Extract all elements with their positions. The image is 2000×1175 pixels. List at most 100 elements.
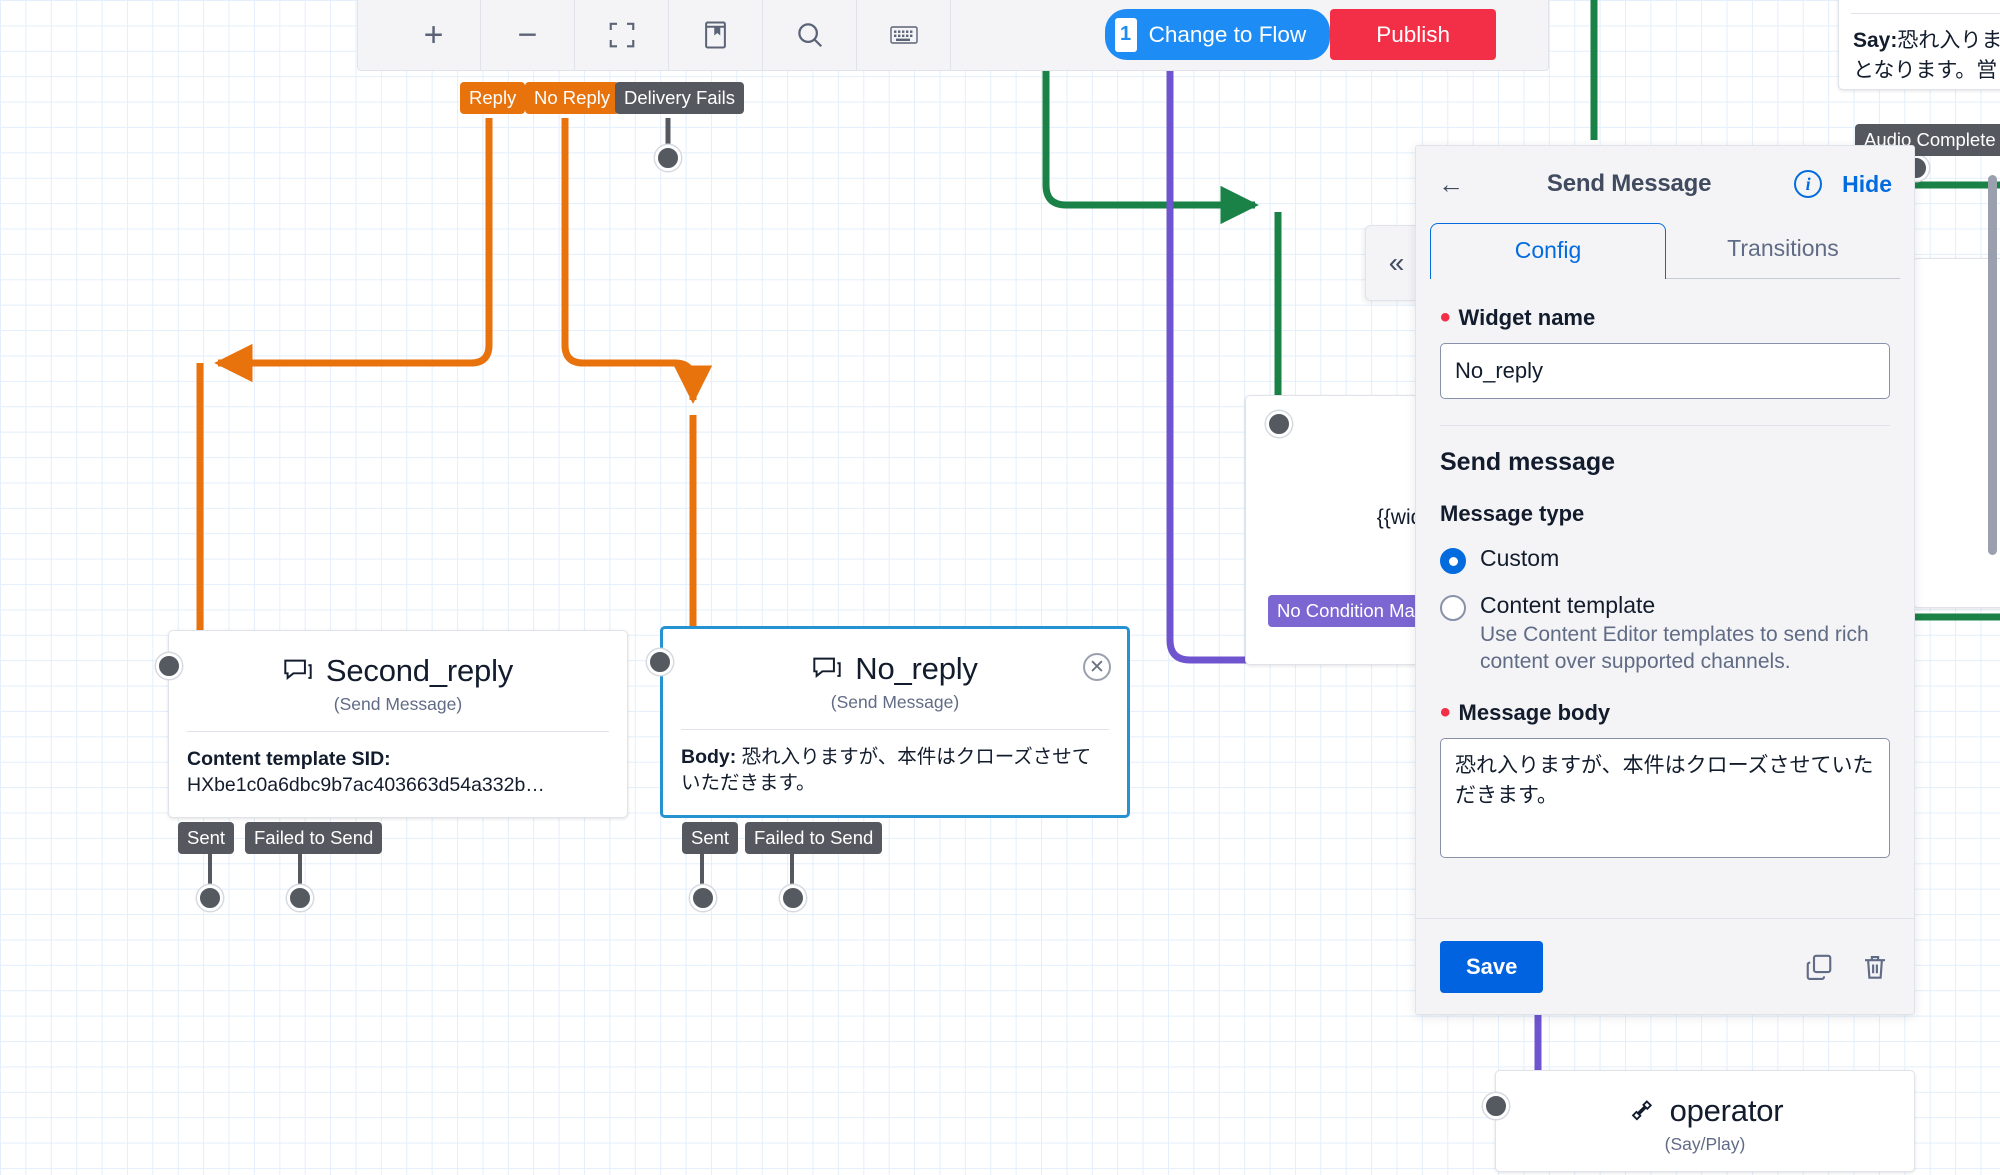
node-second-reply-title-row: Second_reply <box>283 653 513 689</box>
radio-option-custom[interactable]: Custom <box>1440 545 1890 574</box>
panel-body: • Widget name Send message Message type … <box>1416 279 1914 918</box>
flow-builder-screen: + − 1 Change to Flow Publish Reply No Re… <box>0 0 2000 1175</box>
radio-content-template-icon[interactable] <box>1440 595 1466 621</box>
widget-name-input[interactable] <box>1440 343 1890 399</box>
message-body-label-row: • Message body <box>1440 695 1611 729</box>
save-button[interactable]: Save <box>1440 940 1544 993</box>
phone-icon <box>1631 1100 1652 1121</box>
node-second-reply-body-label: Content template SID: <box>187 748 391 770</box>
node-no-reply-body-label: Body: <box>681 746 737 768</box>
minus-icon: − <box>517 15 538 54</box>
chevron-left-double-icon: « <box>1388 247 1405 278</box>
transition-pill-reply[interactable]: Reply <box>460 82 526 115</box>
node-no-reply-input-port[interactable] <box>647 649 673 675</box>
canvas-toolbar: + − 1 Change to Flow Publish <box>357 0 1549 71</box>
keyboard-icon <box>889 25 918 44</box>
node-second-reply-body-value: HXbe1c0a6dbc9b7ac403663d54a332b… <box>187 774 545 797</box>
node-no-reply-title: No_reply <box>855 651 978 686</box>
duplicate-icon[interactable] <box>1804 952 1834 982</box>
change-to-flow-button[interactable]: 1 Change to Flow <box>1104 9 1331 60</box>
transition-pill-delivery-fails[interactable]: Delivery Fails <box>615 82 745 115</box>
node-no-reply-port-sent[interactable] <box>690 885 716 911</box>
message-icon <box>284 659 312 680</box>
node-no-reply-transition-sent[interactable]: Sent <box>682 822 739 855</box>
node-say-body-line1: 恐れ入りま <box>1897 29 2000 52</box>
node-right-partial-1[interactable] <box>1913 258 2000 608</box>
node-say-partial[interactable]: Say:恐れ入りま となります。営 <box>1838 0 2000 90</box>
node-no-reply-subtitle: (Send Message) <box>830 692 960 712</box>
widget-name-label: Widget name <box>1458 305 1596 330</box>
message-type-label: Message type <box>1440 501 1585 526</box>
publish-button[interactable]: Publish <box>1330 9 1496 60</box>
zoom-out-button[interactable]: − <box>481 0 575 70</box>
node-no-reply-transition-failed[interactable]: Failed to Send <box>745 822 883 855</box>
hide-panel-button[interactable]: Hide <box>1842 171 1892 198</box>
node-no-reply-body: Body: 恐れ入りますが、本件はクローズさせていただきます。 <box>663 730 1127 815</box>
panel-divider <box>1440 425 1890 426</box>
search-button[interactable] <box>763 0 857 70</box>
node-second-reply-transition-sent[interactable]: Sent <box>178 822 235 855</box>
radio-custom-text: Custom <box>1480 545 1559 572</box>
node-no-reply-body-value: 恐れ入りますが、本件はクローズさせていただきます。 <box>681 746 1092 795</box>
node-operator-title: operator <box>1669 1093 1784 1128</box>
radio-custom-label: Custom <box>1480 545 1560 571</box>
node-second-reply-subtitle: (Send Message) <box>333 694 463 714</box>
node-operator-input-port[interactable] <box>1483 1093 1509 1119</box>
node-say-body-label: Say: <box>1853 29 1898 52</box>
back-arrow-icon[interactable]: ← <box>1438 171 1464 197</box>
panel-scrollbar[interactable] <box>1988 175 1997 555</box>
fit-to-screen-icon <box>609 22 634 47</box>
node-second-reply-header: Second_reply <box>156 631 627 689</box>
keyboard-shortcuts-button[interactable] <box>857 0 951 70</box>
node-say-body: Say:恐れ入りま となります。営 <box>1839 14 2000 87</box>
node-no-reply-title-row: No_reply <box>812 651 978 687</box>
close-icon[interactable]: ✕ <box>1083 653 1111 681</box>
widget-config-panel: ← Send Message i Hide Config Transitions… <box>1415 145 1915 1015</box>
node-say-body-line2: となります。営 <box>1853 59 1998 83</box>
plus-icon: + <box>423 15 444 54</box>
message-body-textarea[interactable] <box>1440 737 1890 858</box>
search-icon <box>797 22 822 47</box>
node-second-reply-port-failed[interactable] <box>287 885 313 911</box>
change-to-flow-label: Change to Flow <box>1148 21 1307 47</box>
change-to-flow-count: 1 <box>1114 17 1137 52</box>
node-second-reply-body: Content template SID: HXbe1c0a6dbc9b7ac4… <box>169 732 627 817</box>
tab-config[interactable]: Config <box>1430 223 1666 279</box>
panel-tabs: Config Transitions <box>1416 222 1914 279</box>
node-second-reply-port-sent[interactable] <box>197 885 223 911</box>
panel-footer: Save <box>1416 918 1914 1014</box>
transition-pill-no-reply[interactable]: No Reply <box>525 82 620 115</box>
node-second-reply[interactable]: Second_reply (Send Message) Content temp… <box>156 630 628 818</box>
library-button[interactable] <box>669 0 763 70</box>
info-icon[interactable]: i <box>1794 170 1823 198</box>
fit-to-screen-button[interactable] <box>575 0 669 70</box>
node-operator-title-row: operator <box>1627 1093 1784 1129</box>
message-icon <box>813 657 841 678</box>
zoom-in-button[interactable]: + <box>387 0 481 70</box>
message-body-label: Message body <box>1458 699 1611 725</box>
radio-content-template-text: Content template Use Content Editor temp… <box>1480 592 1890 676</box>
radio-custom-icon[interactable] <box>1440 548 1466 574</box>
node-second-reply-title: Second_reply <box>325 653 514 688</box>
trash-icon[interactable] <box>1860 952 1890 982</box>
connector-dot-delivery-fails[interactable] <box>655 145 681 171</box>
panel-header: ← Send Message i Hide <box>1416 146 1914 222</box>
node-split-input-port[interactable] <box>1266 411 1292 437</box>
node-second-reply-transition-failed[interactable]: Failed to Send <box>245 822 383 855</box>
radio-content-template-desc: Use Content Editor templates to send ric… <box>1480 623 1869 674</box>
radio-content-template-label: Content template <box>1480 592 1656 618</box>
send-message-heading: Send message <box>1440 448 1616 476</box>
tab-transitions[interactable]: Transitions <box>1666 222 1900 278</box>
node-second-reply-input-port[interactable] <box>156 653 182 679</box>
book-icon <box>705 21 726 48</box>
node-no-reply-header: No_reply ✕ <box>647 629 1127 687</box>
widget-name-label-row: • Widget name <box>1440 301 1596 334</box>
node-no-reply[interactable]: No_reply ✕ (Send Message) Body: 恐れ入りますが、… <box>647 626 1130 818</box>
radio-option-content-template[interactable]: Content template Use Content Editor temp… <box>1440 592 1890 676</box>
node-operator[interactable]: operator (Say/Play) <box>1483 1070 1915 1172</box>
node-operator-header: operator <box>1483 1071 1914 1129</box>
panel-footer-icons <box>1804 952 1890 982</box>
panel-title: Send Message <box>1546 170 1712 197</box>
node-no-reply-port-failed[interactable] <box>780 885 806 911</box>
node-operator-subtitle: (Say/Play) <box>1664 1134 1746 1154</box>
